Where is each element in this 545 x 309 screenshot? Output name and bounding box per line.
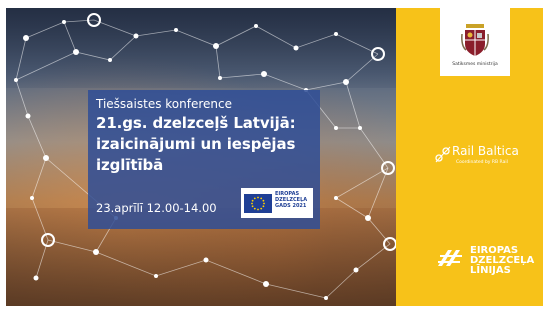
rail-baltica-tagline: Coordinated by RB Rail <box>456 160 508 165</box>
network-node-icon <box>43 155 49 161</box>
network-node-icon <box>293 45 299 51</box>
rail-baltica-logo: Rail Baltica Coordinated by RB Rail <box>434 138 534 178</box>
eu-badge-text: EIROPAS DZELZCEĻA GADS 2021 <box>275 191 307 209</box>
event-banner: Tiešsaistes konference 21.gs. dzelzceļš … <box>6 8 543 306</box>
partner-sidebar: Satiksmes ministrija Rail Baltica Coordi… <box>396 8 543 306</box>
conference-title-line-3: izglītībā <box>96 156 164 174</box>
network-node-icon <box>133 33 139 39</box>
eu-railway-year-badge: EIROPAS DZELZCEĻA GADS 2021 <box>241 188 313 218</box>
network-node-icon <box>93 249 99 255</box>
network-node-icon <box>33 275 39 281</box>
network-node-icon <box>73 49 79 55</box>
network-node-icon <box>14 78 18 82</box>
network-node-icon <box>25 113 31 119</box>
conference-title-line-2: izaicinājumi un iespējas <box>96 135 296 153</box>
network-node-icon <box>108 58 112 62</box>
rail-baltica-swirl-icon <box>435 146 451 163</box>
network-node-icon <box>343 79 349 85</box>
conference-subtitle: Tiešsaistes konference <box>96 97 232 111</box>
conference-panel: Tiešsaistes konference 21.gs. dzelzceļš … <box>88 90 320 229</box>
edl-line-3: LĪNIJAS <box>470 265 511 276</box>
network-node-icon <box>203 257 209 263</box>
coat-of-arms-icon <box>461 24 489 56</box>
network-node-icon <box>154 274 158 278</box>
rail-baltica-name: Rail Baltica <box>452 144 519 158</box>
ministry-label: Satiksmes ministrija <box>452 62 498 67</box>
network-node-icon <box>353 267 359 273</box>
network-node-icon <box>174 28 178 32</box>
network-node-icon <box>334 196 338 200</box>
network-node-icon <box>365 215 371 221</box>
network-node-icon <box>261 71 267 77</box>
network-node-icon <box>62 20 66 24</box>
network-node-icon <box>334 32 338 36</box>
network-node-icon <box>324 296 328 300</box>
conference-date: 23.aprīlī 12.00-14.00 <box>96 201 217 215</box>
network-node-icon <box>213 43 219 49</box>
edl-rails-icon <box>438 250 462 266</box>
edl-logo: EIROPAS DZELZCEĻA LĪNIJAS <box>436 242 536 292</box>
network-node-icon <box>334 126 338 130</box>
network-node-icon <box>23 35 29 41</box>
network-node-icon <box>358 126 362 130</box>
conference-title-line-1: 21.gs. dzelzceļš Latvijā: <box>96 114 296 132</box>
network-node-icon <box>218 76 222 80</box>
eu-badge-line-3: GADS 2021 <box>275 203 307 209</box>
eu-flag-icon <box>244 194 272 213</box>
network-node-icon <box>254 24 258 28</box>
network-node-icon <box>263 281 269 287</box>
ministry-logo: Satiksmes ministrija <box>440 8 510 76</box>
network-node-icon <box>30 196 34 200</box>
station-photo: Tiešsaistes konference 21.gs. dzelzceļš … <box>6 8 396 306</box>
